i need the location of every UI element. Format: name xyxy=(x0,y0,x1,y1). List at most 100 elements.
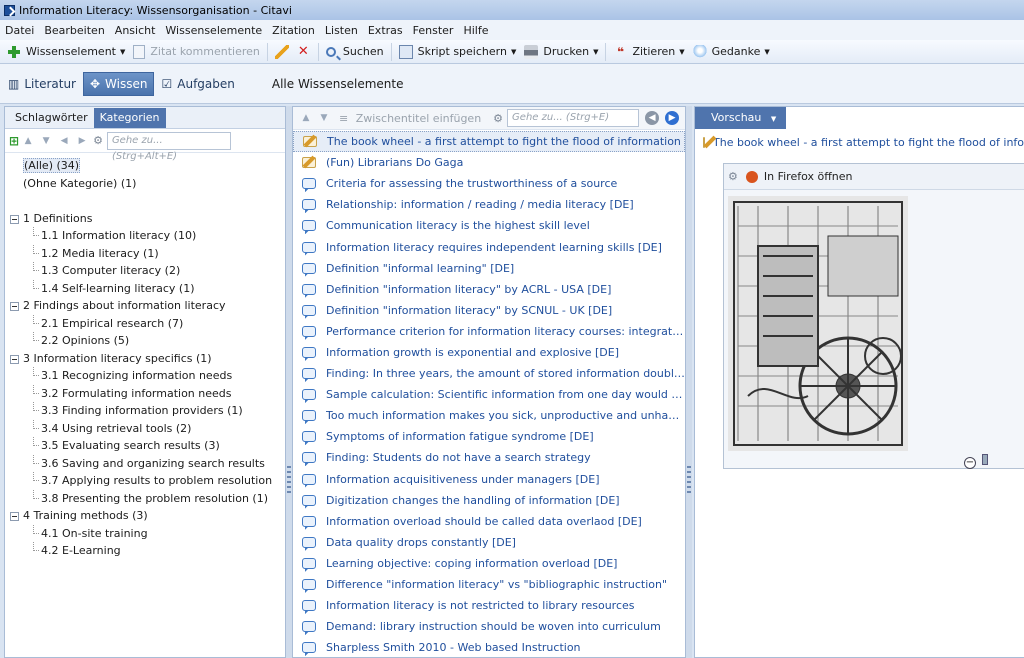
vorschau-dropdown[interactable]: Vorschau ▼ xyxy=(695,107,787,129)
right-splitter[interactable] xyxy=(686,106,692,658)
zitat-kommentieren-button[interactable]: Zitat kommentieren xyxy=(129,41,264,63)
knowledge-item[interactable]: Learning objective: coping information o… xyxy=(293,553,685,574)
knowledge-item[interactable]: Relationship: information / reading / me… xyxy=(293,194,685,215)
knowledge-item[interactable]: Information overload should be called da… xyxy=(293,511,685,532)
module-nav-bar: ▥ Literatur ✥ Wissen ☑ Aufgaben Alle Wis… xyxy=(0,64,1024,104)
collapse-toggle-icon[interactable] xyxy=(10,354,19,364)
gedanke-button[interactable]: Gedanke ▼ xyxy=(689,41,774,63)
category-tree-item[interactable]: 3 Information literacy specifics (1) xyxy=(5,350,285,368)
suchen-button[interactable]: Suchen xyxy=(322,41,388,63)
category-tree-item[interactable]: 2 Findings about information literacy xyxy=(5,297,285,315)
category-tree-item[interactable]: 2.1 Empirical research (7) xyxy=(5,314,285,333)
gear-icon[interactable]: ⚙ xyxy=(93,134,103,147)
category-tree-item[interactable]: 1.2 Media literacy (1) xyxy=(5,244,285,263)
category-search-input[interactable]: Gehe zu... (Strg+Alt+E) xyxy=(106,131,231,162)
category-tree-item[interactable]: 4 Training methods (3) xyxy=(5,507,285,525)
knowledge-item[interactable]: Information acquisitiveness under manage… xyxy=(293,469,685,490)
category-tree-item[interactable]: 3.7 Applying results to problem resoluti… xyxy=(5,472,285,490)
menu-item-listen[interactable]: Listen xyxy=(320,24,363,37)
drucken-button[interactable]: Drucken ▼ xyxy=(520,41,602,63)
tab-schlagwoerter[interactable]: Schlagwörter xyxy=(9,108,94,128)
back-circle-icon[interactable]: ◀ xyxy=(645,111,660,125)
edit-button[interactable] xyxy=(271,41,293,63)
forward-circle-icon[interactable]: ▶ xyxy=(665,111,680,125)
menu-item-zitation[interactable]: Zitation xyxy=(267,24,320,37)
knowledge-item[interactable]: Finding: In three years, the amount of s… xyxy=(293,363,685,384)
knowledge-item[interactable]: Sharpless Smith 2010 - Web based Instruc… xyxy=(293,637,685,658)
category-tree-item[interactable]: (Alle) (34) xyxy=(5,157,285,175)
knowledge-item[interactable]: Sample calculation: Scientific informati… xyxy=(293,384,685,405)
move-left-icon[interactable]: ◀ xyxy=(55,136,73,146)
tab-kategorien[interactable]: Kategorien xyxy=(93,107,166,128)
knowledge-item[interactable]: Finding: Students do not have a search s… xyxy=(293,447,685,468)
nav-wissen[interactable]: ✥ Wissen xyxy=(82,71,155,96)
knowledge-item[interactable]: Demand: library instruction should be wo… xyxy=(293,616,685,637)
collapse-toggle-icon[interactable] xyxy=(10,214,19,224)
menu-item-wissenselemente[interactable]: Wissenselemente xyxy=(160,24,267,37)
category-tree-item[interactable]: 4.2 E-Learning xyxy=(5,542,285,560)
nav-aufgaben[interactable]: ☑ Aufgaben xyxy=(155,72,240,96)
gear-icon[interactable]: ⚙ xyxy=(493,112,503,125)
knowledge-item[interactable]: Definition "information literacy" by SCN… xyxy=(293,300,685,321)
category-tree-item[interactable]: 3.3 Finding information providers (1) xyxy=(5,402,285,420)
knowledge-item[interactable]: Definition "informal learning" [DE] xyxy=(293,258,685,279)
menu-item-datei[interactable]: Datei xyxy=(0,24,39,37)
wissenselement-button[interactable]: Wissenselement ▼ xyxy=(3,41,129,63)
knowledge-item-title: The book wheel - a first attempt to figh… xyxy=(327,135,681,149)
knowledge-item[interactable]: Criteria for assessing the trustworthine… xyxy=(293,173,685,194)
move-down-icon[interactable]: ▼ xyxy=(37,136,55,146)
category-tree-item[interactable]: 2.2 Opinions (5) xyxy=(5,332,285,350)
category-tree-label: 1.4 Self-learning literacy (1) xyxy=(41,281,195,295)
knowledge-item[interactable]: Performance criterion for information li… xyxy=(293,321,685,342)
category-tree-item[interactable]: 3.2 Formulating information needs xyxy=(5,384,285,403)
zitieren-button[interactable]: ❝ Zitieren ▼ xyxy=(609,41,688,63)
knowledge-item[interactable]: Symptoms of information fatigue syndrome… xyxy=(293,426,685,447)
delete-button[interactable] xyxy=(293,41,315,63)
zoom-thumb[interactable] xyxy=(981,454,988,465)
category-tree-item[interactable]: 3.4 Using retrieval tools (2) xyxy=(5,419,285,438)
insert-heading-button[interactable]: ≡ Zwischentitel einfügen xyxy=(339,112,481,125)
add-category-icon[interactable]: ⊞ xyxy=(9,134,19,148)
knowledge-item[interactable]: Difference "information literacy" vs "bi… xyxy=(293,574,685,595)
knowledge-item[interactable]: Information growth is exponential and ex… xyxy=(293,342,685,363)
category-tree-item[interactable]: 4.1 On-site training xyxy=(5,524,285,543)
open-in-firefox-button[interactable]: In Firefox öffnen xyxy=(764,170,853,183)
move-down-icon[interactable]: ▼ xyxy=(315,113,333,123)
menu-item-bearbeiten[interactable]: Bearbeiten xyxy=(39,24,109,37)
knowledge-item[interactable]: Information literacy is not restricted t… xyxy=(293,595,685,616)
category-tree-item[interactable]: 1 Definitions xyxy=(5,210,285,228)
menu-item-ansicht[interactable]: Ansicht xyxy=(110,24,161,37)
category-tree-label: (Ohne Kategorie) (1) xyxy=(23,176,137,190)
category-tree-item[interactable]: 3.6 Saving and organizing search results xyxy=(5,454,285,473)
category-tree-item[interactable]: (Ohne Kategorie) (1) xyxy=(5,175,285,193)
category-tree-item[interactable]: 1.3 Computer literacy (2) xyxy=(5,262,285,280)
category-tree-item[interactable]: 1.1 Information literacy (10) xyxy=(5,227,285,245)
category-tree-item[interactable]: 1.4 Self-learning literacy (1) xyxy=(5,279,285,298)
skript-speichern-button[interactable]: Skript speichern ▼ xyxy=(395,41,521,63)
knowledge-item[interactable]: Information literacy requires independen… xyxy=(293,236,685,257)
category-tree-item[interactable]: 3.5 Evaluating search results (3) xyxy=(5,437,285,455)
category-tree-label: 3.1 Recognizing information needs xyxy=(41,369,233,382)
menu-item-extras[interactable]: Extras xyxy=(363,24,408,37)
move-up-icon[interactable]: ▲ xyxy=(19,136,37,146)
knowledge-item[interactable]: Definition "information literacy" by ACR… xyxy=(293,279,685,300)
collapse-toggle-icon[interactable] xyxy=(10,512,19,521)
zoom-slider[interactable]: − xyxy=(964,454,1024,469)
menu-item-fenster[interactable]: Fenster xyxy=(408,24,459,37)
knowledge-item[interactable]: Communication literacy is the highest sk… xyxy=(293,215,685,236)
category-tree-item[interactable]: 3.8 Presenting the problem resolution (1… xyxy=(5,489,285,508)
knowledge-item[interactable]: (Fun) Librarians Do Gaga xyxy=(293,152,685,173)
move-right-icon[interactable]: ▶ xyxy=(73,136,91,146)
knowledge-item[interactable]: The book wheel - a first attempt to figh… xyxy=(293,131,685,153)
nav-literatur[interactable]: ▥ Literatur xyxy=(2,72,82,96)
knowledge-item[interactable]: Digitization changes the handling of inf… xyxy=(293,490,685,511)
zoom-out-icon[interactable]: − xyxy=(964,457,976,469)
gear-icon[interactable]: ⚙ xyxy=(728,170,738,183)
list-search-input[interactable]: Gehe zu... (Strg+E) xyxy=(507,109,640,127)
move-up-icon[interactable]: ▲ xyxy=(297,113,315,123)
category-tree-item[interactable]: 3.1 Recognizing information needs xyxy=(5,367,285,385)
collapse-toggle-icon[interactable] xyxy=(10,302,19,311)
knowledge-item[interactable]: Too much information makes you sick, unp… xyxy=(293,405,685,426)
knowledge-item[interactable]: Data quality drops constantly [DE] xyxy=(293,532,685,553)
menu-item-hilfe[interactable]: Hilfe xyxy=(458,24,493,37)
